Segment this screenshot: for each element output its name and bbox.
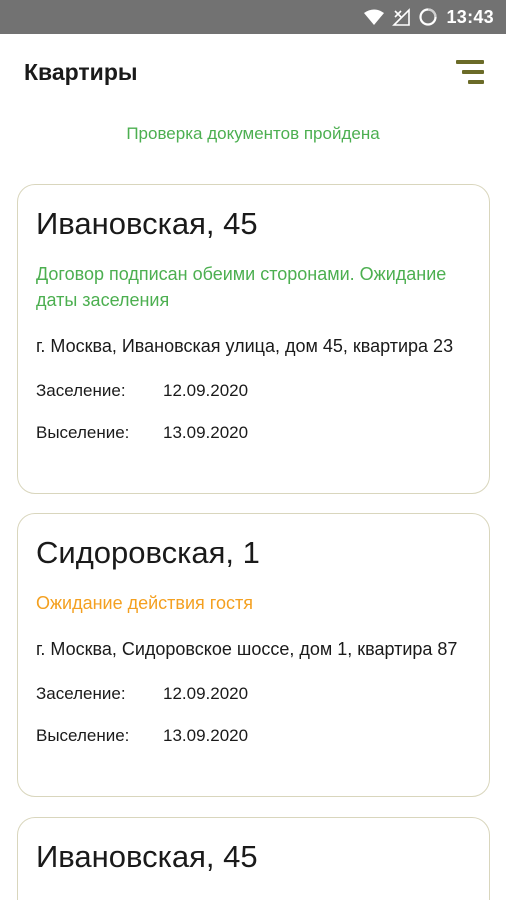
- document-check-status: Проверка документов пройдена: [126, 124, 380, 143]
- menu-line: [462, 70, 484, 74]
- app-bar: Квартиры: [0, 34, 506, 110]
- wifi-icon: [364, 9, 385, 25]
- apartment-status: Ожидание действия гостя: [36, 593, 253, 613]
- checkout-row: Выселение: 13.09.2020: [36, 724, 471, 748]
- menu-icon[interactable]: [454, 59, 484, 85]
- apartment-card[interactable]: Сидоровская, 1 Ожидание действия гостя г…: [17, 513, 490, 797]
- apartment-address: г. Москва, Ивановская улица, дом 45, ква…: [36, 336, 454, 356]
- status-bar: 13:43: [0, 0, 506, 34]
- checkin-row: Заселение: 12.09.2020: [36, 379, 471, 403]
- checkin-label: Заселение:: [36, 381, 126, 400]
- apartment-status: Договор подписан обеими сторонами. Ожида…: [36, 264, 447, 310]
- checkin-row: Заселение: 12.09.2020: [36, 682, 471, 706]
- menu-line: [456, 60, 484, 64]
- status-time: 13:43: [446, 6, 494, 27]
- page-title: Квартиры: [24, 58, 138, 85]
- signal-off-icon: [392, 8, 411, 26]
- apartment-title: Сидоровская, 1: [36, 535, 260, 570]
- menu-line: [468, 80, 484, 84]
- apartment-title: Ивановская, 45: [36, 206, 258, 241]
- checkout-date: 13.09.2020: [163, 726, 249, 745]
- checkout-label: Выселение:: [36, 423, 130, 442]
- apartment-title: Ивановская, 45: [36, 839, 258, 874]
- apartment-card[interactable]: Ивановская, 45: [17, 817, 490, 900]
- checkin-date: 12.09.2020: [163, 684, 249, 703]
- checkout-row: Выселение: 13.09.2020: [36, 421, 471, 445]
- checkout-date: 13.09.2020: [163, 423, 249, 442]
- battery-icon: [418, 7, 438, 27]
- checkin-label: Заселение:: [36, 684, 126, 703]
- apartment-card[interactable]: Ивановская, 45 Договор подписан обеими с…: [17, 184, 490, 494]
- checkout-label: Выселение:: [36, 726, 130, 745]
- apartment-address: г. Москва, Сидоровское шоссе, дом 1, ква…: [36, 639, 458, 659]
- checkin-date: 12.09.2020: [163, 381, 249, 400]
